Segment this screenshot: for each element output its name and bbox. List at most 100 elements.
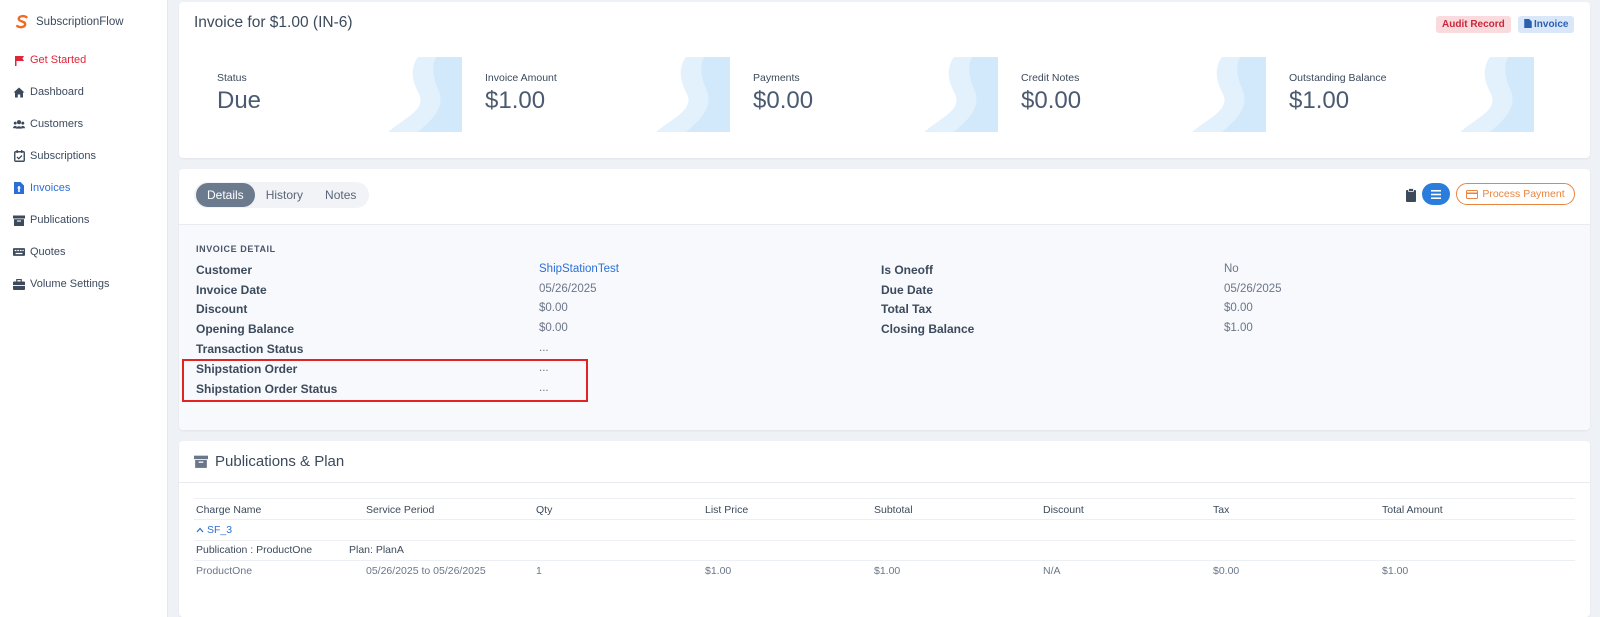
group-toggle[interactable]: SF_3 — [196, 524, 232, 536]
cell-qty: 1 — [536, 565, 542, 577]
field-label-transaction-status: Transaction Status — [196, 342, 304, 356]
cell-service-period: 05/26/2025 to 05/26/2025 — [366, 565, 486, 577]
home-icon — [13, 86, 25, 98]
brand-name: SubscriptionFlow — [36, 16, 124, 28]
stat-value: $0.00 — [1021, 87, 1082, 114]
invoice-button[interactable]: Invoice — [1518, 16, 1575, 33]
stat-value: $1.00 — [485, 87, 546, 114]
publications-plan-card: Publications & Plan Charge Name Service … — [179, 441, 1590, 617]
field-label-customer: Customer — [196, 263, 253, 277]
column-header: Tax — [1213, 504, 1230, 516]
sidebar-item-quotes[interactable]: Quotes — [0, 236, 167, 268]
list-menu-button[interactable] — [1422, 183, 1450, 205]
section-title: Publications & Plan — [194, 453, 344, 470]
wave-decoration-icon — [1192, 57, 1266, 132]
stat-value: Due — [217, 87, 262, 114]
field-value-is-oneoff: No — [1224, 263, 1239, 275]
sidebar: SubscriptionFlow Get Started Dashboard C… — [0, 0, 168, 617]
chevron-up-icon — [196, 527, 204, 533]
sidebar-item-label: Get Started — [30, 54, 87, 66]
cell-discount: N/A — [1043, 565, 1061, 577]
stat-invoice-amount: Invoice Amount $1.00 — [457, 57, 730, 132]
highlight-box — [182, 359, 588, 402]
sidebar-item-get-started[interactable]: Get Started — [0, 44, 167, 76]
field-label-opening-balance: Opening Balance — [196, 322, 295, 336]
column-header: Qty — [536, 504, 553, 516]
page-title: Invoice for $1.00 (IN-6) — [194, 14, 353, 31]
sidebar-item-publications[interactable]: Publications — [0, 204, 167, 236]
stat-payments: Payments $0.00 — [725, 57, 998, 132]
flag-icon — [13, 54, 25, 66]
stat-value: $0.00 — [753, 87, 814, 114]
plan-label: Plan: PlanA — [349, 544, 404, 556]
cell-list-price: $1.00 — [705, 565, 732, 577]
divider — [179, 482, 1590, 483]
bars-icon — [1431, 189, 1441, 199]
detail-tabs: Details History Notes — [194, 182, 370, 208]
invoice-details-card: Details History Notes Process Payment IN… — [179, 169, 1590, 430]
cell-subtotal: $1.00 — [874, 565, 901, 577]
cell-charge-name: ProductOne — [196, 565, 253, 577]
field-label-total-tax: Total Tax — [881, 302, 932, 316]
field-label-discount: Discount — [196, 302, 248, 316]
audit-record-button[interactable]: Audit Record — [1436, 16, 1511, 33]
table-header: Charge Name Service Period Qty List Pric… — [194, 498, 1575, 520]
column-header: List Price — [705, 504, 749, 516]
invoice-button-label: Invoice — [1534, 19, 1569, 30]
field-value-transaction-status: ... — [539, 342, 549, 354]
field-value-discount: $0.00 — [539, 302, 568, 314]
sidebar-item-label: Invoices — [30, 182, 71, 194]
sidebar-item-volume-settings[interactable]: Volume Settings — [0, 268, 167, 300]
column-header: Discount — [1043, 504, 1084, 516]
tab-details[interactable]: Details — [196, 183, 255, 207]
invoice-summary-card: Invoice for $1.00 (IN-6) Audit Record In… — [179, 2, 1590, 158]
archive-icon — [13, 214, 25, 226]
tab-notes[interactable]: Notes — [314, 183, 367, 207]
field-label-due-date: Due Date — [881, 283, 934, 297]
calendar-check-icon — [13, 150, 25, 162]
wave-decoration-icon — [924, 57, 998, 132]
stat-value: $1.00 — [1289, 87, 1350, 114]
stat-label: Credit Notes — [1021, 72, 1080, 84]
cell-tax: $0.00 — [1213, 565, 1240, 577]
field-label-is-oneoff: Is Oneoff — [881, 263, 934, 277]
publication-label: Publication : ProductOne — [196, 544, 313, 556]
column-header: Total Amount — [1382, 504, 1443, 516]
sidebar-item-label: Publications — [30, 214, 90, 226]
file-invoice-icon — [13, 182, 25, 194]
section-title-label: Publications & Plan — [215, 453, 345, 470]
field-value-due-date: 05/26/2025 — [1224, 283, 1282, 295]
wave-decoration-icon — [1460, 57, 1534, 132]
sidebar-item-label: Volume Settings — [30, 278, 110, 290]
sidebar-item-label: Dashboard — [30, 86, 84, 98]
archive-icon — [194, 455, 208, 468]
wave-decoration-icon — [656, 57, 730, 132]
column-header: Subtotal — [874, 504, 913, 516]
sidebar-item-label: Customers — [30, 118, 84, 130]
customer-link[interactable]: ShipStationTest — [539, 263, 619, 275]
wave-decoration-icon — [388, 57, 462, 132]
stat-label: Payments — [753, 72, 800, 84]
field-value-opening-balance: $0.00 — [539, 322, 568, 334]
briefcase-icon — [13, 278, 25, 290]
stat-status: Status Due — [189, 57, 462, 132]
clipboard-icon[interactable] — [1405, 188, 1417, 202]
sidebar-item-dashboard[interactable]: Dashboard — [0, 76, 167, 108]
group-toggle-row[interactable]: SF_3 — [194, 521, 1575, 541]
users-icon — [13, 118, 25, 130]
cell-total-amount: $1.00 — [1382, 565, 1409, 577]
process-payment-button[interactable]: Process Payment — [1456, 183, 1575, 205]
sidebar-item-invoices[interactable]: Invoices — [0, 172, 167, 204]
keyboard-icon — [13, 246, 25, 258]
subscriptionflow-logo-icon — [16, 14, 28, 29]
process-payment-label: Process Payment — [1482, 188, 1565, 200]
tab-history[interactable]: History — [255, 183, 314, 207]
sidebar-item-subscriptions[interactable]: Subscriptions — [0, 140, 167, 172]
file-invoice-icon — [1524, 19, 1532, 28]
sidebar-item-label: Subscriptions — [30, 150, 97, 162]
field-label-invoice-date: Invoice Date — [196, 283, 267, 297]
stat-outstanding-balance: Outstanding Balance $1.00 — [1261, 57, 1534, 132]
stat-label: Invoice Amount — [485, 72, 557, 84]
brand[interactable]: SubscriptionFlow — [0, 0, 167, 44]
sidebar-item-customers[interactable]: Customers — [0, 108, 167, 140]
